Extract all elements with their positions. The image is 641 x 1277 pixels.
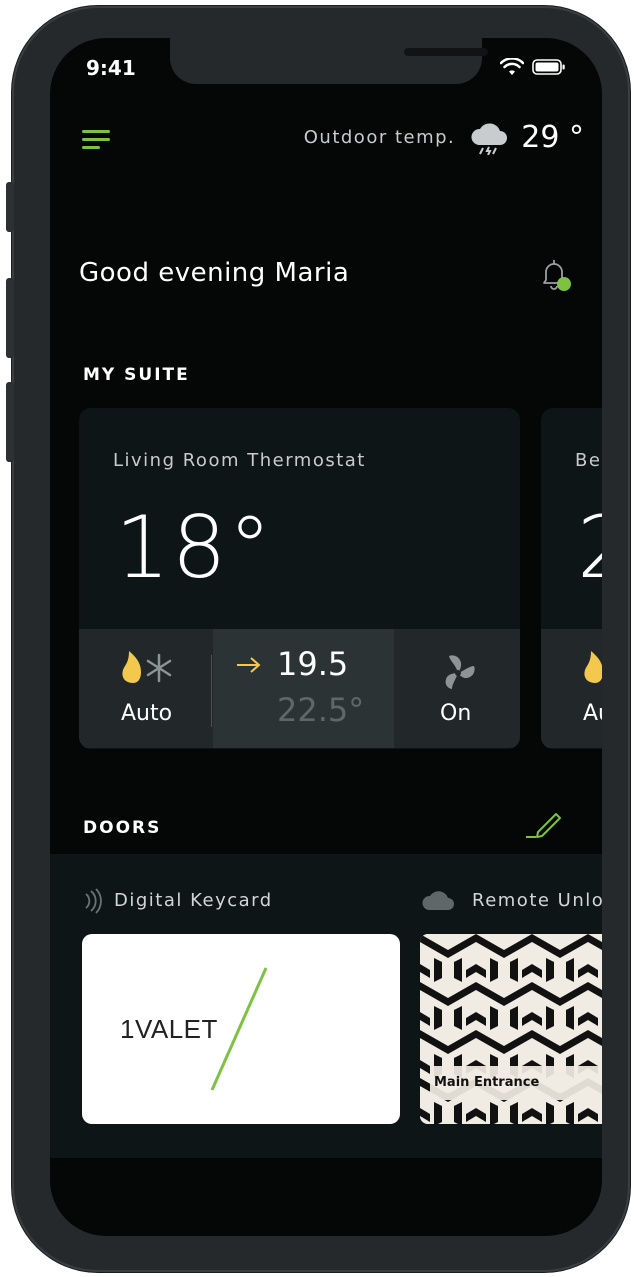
edit-pencil-icon[interactable]: [524, 808, 564, 840]
volume-down-button: [6, 382, 14, 462]
thermostat-card[interactable]: Living Room Thermostat 18° Auto 19.5 22.…: [79, 408, 520, 749]
entrance-label: Main Entrance: [430, 1066, 602, 1100]
arrow-right-icon: [237, 657, 261, 673]
mode-label: Auto: [121, 701, 173, 726]
storm-cloud-icon: [471, 122, 508, 155]
target-temperature: 19.5: [277, 645, 349, 683]
notch: [170, 38, 488, 84]
volume-up-button: [6, 278, 14, 358]
keycard-slash-graphic: [210, 967, 268, 1091]
main-entrance-card[interactable]: Main Entrance: [420, 934, 602, 1124]
nfc-icon: [85, 888, 102, 914]
thermostat-card-secondary[interactable]: Be 2 Au: [541, 408, 602, 749]
notification-dot: [557, 277, 571, 291]
menu-icon[interactable]: [82, 128, 110, 152]
fan-label: On: [440, 701, 472, 726]
status-icons: [500, 58, 566, 76]
secondary-temperature: 22.5°: [277, 691, 365, 729]
my-suite-title: MY SUITE: [83, 365, 190, 385]
fan-icon: [445, 655, 475, 689]
divider: [211, 655, 212, 727]
thermostat-name: Living Room Thermostat: [113, 450, 366, 471]
current-temperature: 2: [577, 498, 602, 598]
outdoor-temp-value: 29 °: [521, 120, 584, 155]
doors-title: DOORS: [83, 818, 162, 838]
digital-keycard[interactable]: 1VALET: [82, 934, 400, 1124]
app-screen: 9:41 Outdoor temp. 29 ° Good evening Mar…: [50, 38, 602, 1236]
speaker: [404, 48, 488, 56]
thermostat-controls: Auto 19.5 22.5° On: [79, 629, 520, 748]
heat-icon: [584, 651, 602, 683]
wifi-icon: [500, 58, 524, 75]
mute-switch: [6, 182, 14, 232]
remote-unlock-label: Remote Unlo: [472, 890, 602, 911]
greeting-text: Good evening Maria: [79, 258, 350, 288]
mode-label: Au: [583, 701, 602, 726]
current-temperature: 18°: [115, 498, 274, 598]
thermostat-name: Be: [575, 450, 602, 471]
battery-icon: [532, 59, 565, 75]
thermostat-controls: Au: [541, 629, 602, 748]
keycard-label: Digital Keycard: [114, 890, 273, 911]
status-time: 9:41: [86, 56, 136, 80]
cloud-icon: [422, 891, 454, 910]
outdoor-temp-label: Outdoor temp.: [303, 127, 456, 148]
outdoor-temperature: Outdoor temp. 29 °: [304, 120, 584, 155]
heat-cool-icon: [122, 651, 172, 683]
notification-bell-icon[interactable]: [534, 256, 574, 296]
